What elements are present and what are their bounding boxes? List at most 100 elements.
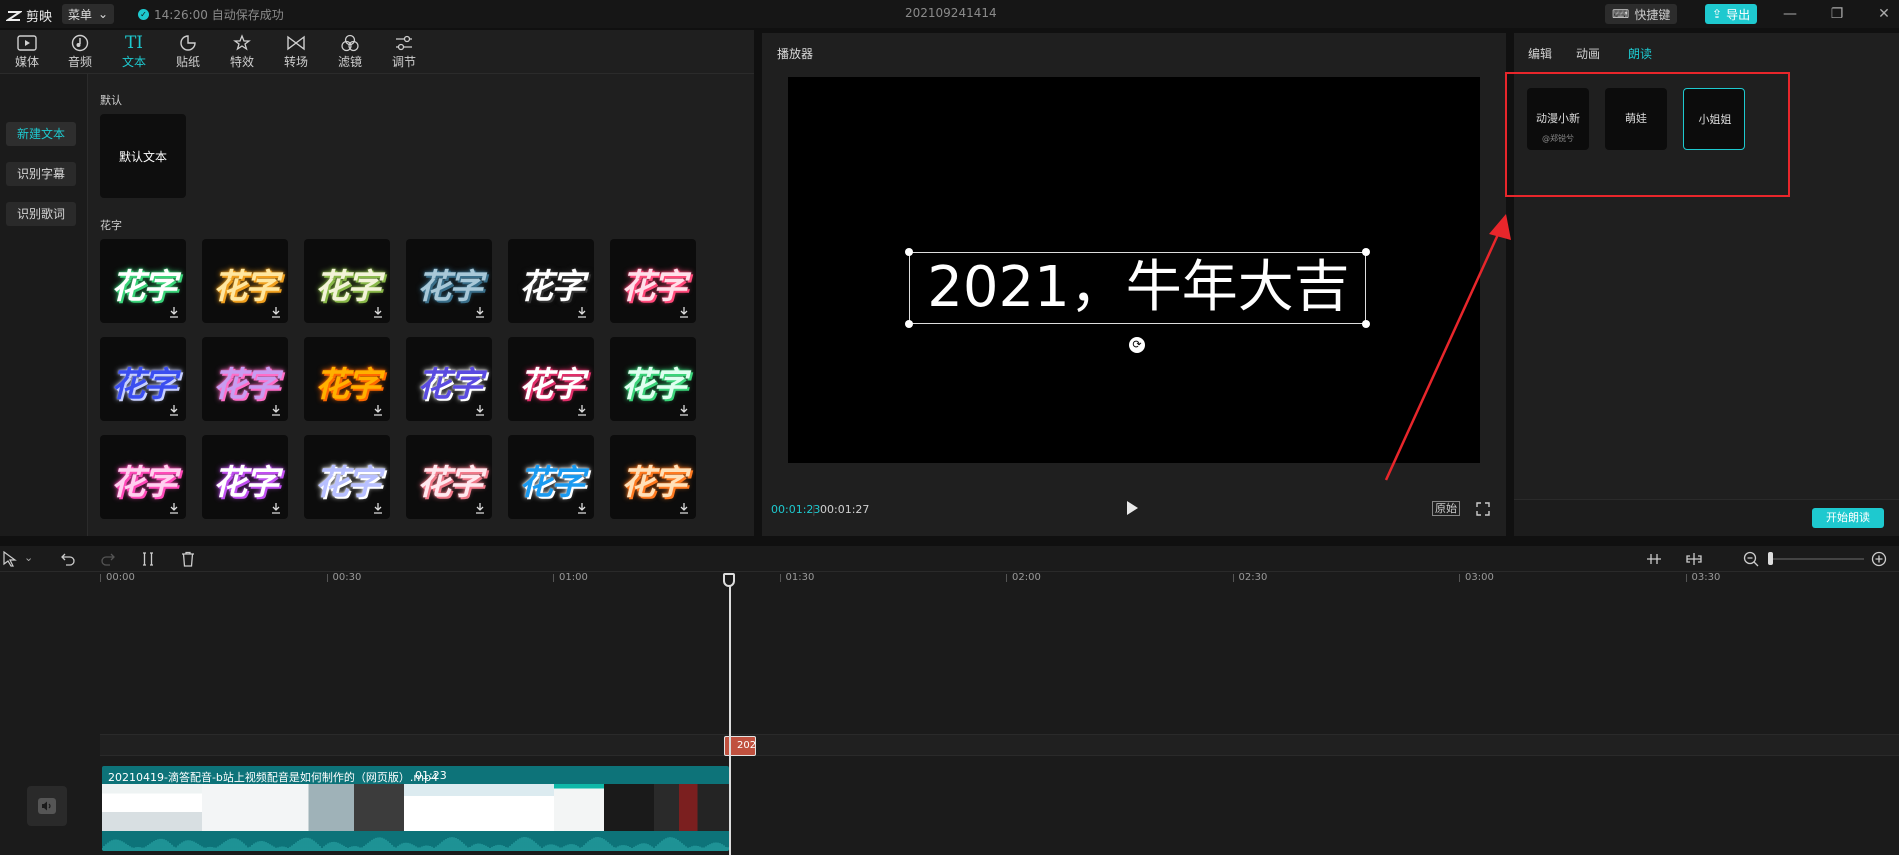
fancy-text-card[interactable]: 花字	[508, 239, 594, 323]
zoom-in-icon[interactable]	[1871, 551, 1887, 567]
chevron-down-icon[interactable]: ⌄	[24, 551, 40, 567]
zoom-out-icon[interactable]	[1743, 551, 1759, 567]
video-thumbnail	[554, 784, 604, 831]
fancy-text-card[interactable]: 花字	[304, 337, 390, 421]
download-icon[interactable]	[475, 404, 485, 416]
download-icon[interactable]	[679, 404, 689, 416]
fancy-text-card[interactable]: 花字	[304, 435, 390, 519]
split-icon[interactable]	[140, 551, 156, 567]
fancy-text-card[interactable]: 花字	[202, 337, 288, 421]
ruler-tick	[1459, 574, 1460, 582]
link-icon[interactable]	[1686, 551, 1702, 567]
export-button[interactable]: ⇪ 导出	[1705, 4, 1758, 24]
download-icon[interactable]	[475, 306, 485, 318]
rotate-handle-icon[interactable]: ⟳	[1129, 337, 1145, 353]
fancy-text-card[interactable]: 花字	[406, 239, 492, 323]
download-icon[interactable]	[679, 306, 689, 318]
fancy-text-card[interactable]: 花字	[406, 337, 492, 421]
speaker-icon	[38, 798, 56, 814]
resize-handle[interactable]	[905, 248, 913, 256]
ruler-tick	[100, 574, 101, 582]
caption-selection-box[interactable]: 2021，牛年大吉	[905, 248, 1370, 328]
preview-viewport[interactable]: 2021，牛年大吉 ⟳	[788, 77, 1480, 463]
resize-handle[interactable]	[1362, 320, 1370, 328]
download-icon[interactable]	[169, 502, 179, 514]
tab-filter[interactable]: 滤镜	[328, 33, 372, 70]
material-panel: 媒体 音频 TI 文本 贴纸 特效 转场 滤镜 调节 新建文本 识别字幕 识别歌…	[0, 30, 754, 536]
download-icon[interactable]	[373, 306, 383, 318]
resize-handle[interactable]	[905, 320, 913, 328]
download-icon[interactable]	[577, 306, 587, 318]
fancy-text-preview: 花字	[417, 463, 483, 503]
fancy-text-preview: 花字	[519, 267, 585, 307]
tab-media[interactable]: 媒体	[5, 33, 49, 70]
zoom-slider-thumb[interactable]	[1768, 552, 1773, 565]
fancy-text-card[interactable]: 花字	[406, 435, 492, 519]
fancy-text-card[interactable]: 花字	[100, 435, 186, 519]
tab-animation[interactable]: 动画	[1576, 45, 1600, 62]
caption-text[interactable]: 2021，牛年大吉	[910, 257, 1367, 319]
fancy-text-card[interactable]: 花字	[202, 239, 288, 323]
start-reading-button[interactable]: 开始朗读	[1812, 508, 1884, 528]
fancy-text-card[interactable]: 花字	[610, 337, 696, 421]
shortcut-button[interactable]: ⌨ 快捷键	[1605, 4, 1678, 24]
fancy-text-card[interactable]: 花字	[508, 337, 594, 421]
fancy-text-card[interactable]: 花字	[202, 435, 288, 519]
undo-icon[interactable]	[60, 551, 76, 567]
tab-adjust[interactable]: 调节	[382, 33, 426, 70]
fancy-text-preview: 花字	[111, 267, 177, 307]
check-circle-icon: ✓	[138, 9, 149, 20]
category-new-text[interactable]: 新建文本	[6, 122, 76, 146]
fancy-text-card[interactable]: 花字	[610, 239, 696, 323]
delete-icon[interactable]	[180, 551, 196, 567]
zoom-slider-track[interactable]	[1768, 558, 1864, 560]
menu-button[interactable]: 菜单 ⌄	[62, 4, 115, 24]
select-cursor-icon[interactable]	[2, 551, 18, 567]
fancy-text-card[interactable]: 花字	[100, 337, 186, 421]
category-recognize-subtitles[interactable]: 识别字幕	[6, 162, 76, 186]
fancy-text-preview: 花字	[417, 365, 483, 405]
download-icon[interactable]	[577, 404, 587, 416]
maximize-icon[interactable]: ❐	[1827, 4, 1847, 24]
download-icon[interactable]	[373, 502, 383, 514]
track-mute-button[interactable]	[27, 786, 67, 826]
download-icon[interactable]	[271, 502, 281, 514]
playhead-handle[interactable]	[723, 573, 735, 587]
download-icon[interactable]	[271, 306, 281, 318]
tab-edit[interactable]: 编辑	[1528, 45, 1552, 62]
tab-media-label: 媒体	[14, 55, 39, 69]
download-icon[interactable]	[373, 404, 383, 416]
download-icon[interactable]	[169, 306, 179, 318]
playhead[interactable]	[729, 574, 731, 855]
play-icon[interactable]	[1124, 499, 1140, 517]
tab-sticker[interactable]: 贴纸	[166, 33, 210, 70]
resize-handle[interactable]	[1362, 248, 1370, 256]
fullscreen-icon[interactable]	[1476, 502, 1490, 516]
aspect-ratio-button[interactable]: 原始	[1432, 501, 1460, 516]
category-recognize-lyrics[interactable]: 识别歌词	[6, 202, 76, 226]
ruler-tick	[779, 574, 781, 582]
fancy-text-preview: 花字	[621, 267, 687, 307]
fancy-text-card[interactable]: 花字	[508, 435, 594, 519]
download-icon[interactable]	[271, 404, 281, 416]
close-icon[interactable]: ✕	[1874, 4, 1894, 24]
minimize-icon[interactable]: —	[1780, 4, 1800, 24]
tab-effects[interactable]: 特效	[220, 33, 264, 70]
total-time: 00:01:27	[820, 503, 870, 516]
fancy-text-card[interactable]: 花字	[304, 239, 390, 323]
download-icon[interactable]	[169, 404, 179, 416]
tab-read-aloud[interactable]: 朗读	[1628, 45, 1652, 62]
tab-text[interactable]: TI 文本	[112, 33, 156, 70]
tab-transition[interactable]: 转场	[274, 33, 318, 70]
video-clip[interactable]: 20210419-滴答配音-b站上视频配音是如何制作的（网页版）.mp4 01:…	[102, 766, 729, 851]
timeline-ruler[interactable]: 00:00 00:30 01:00 01:30 02:00 02:30 03:00 03:30	[100, 572, 1899, 596]
fancy-text-card[interactable]: 花字	[610, 435, 696, 519]
fancy-text-card[interactable]: 花字	[100, 239, 186, 323]
redo-icon[interactable]	[100, 551, 116, 567]
snap-icon[interactable]	[1646, 551, 1662, 567]
download-icon[interactable]	[577, 502, 587, 514]
download-icon[interactable]	[679, 502, 689, 514]
default-text-card[interactable]: 默认文本	[100, 114, 186, 198]
download-icon[interactable]	[475, 502, 485, 514]
tab-audio[interactable]: 音频	[58, 33, 102, 70]
